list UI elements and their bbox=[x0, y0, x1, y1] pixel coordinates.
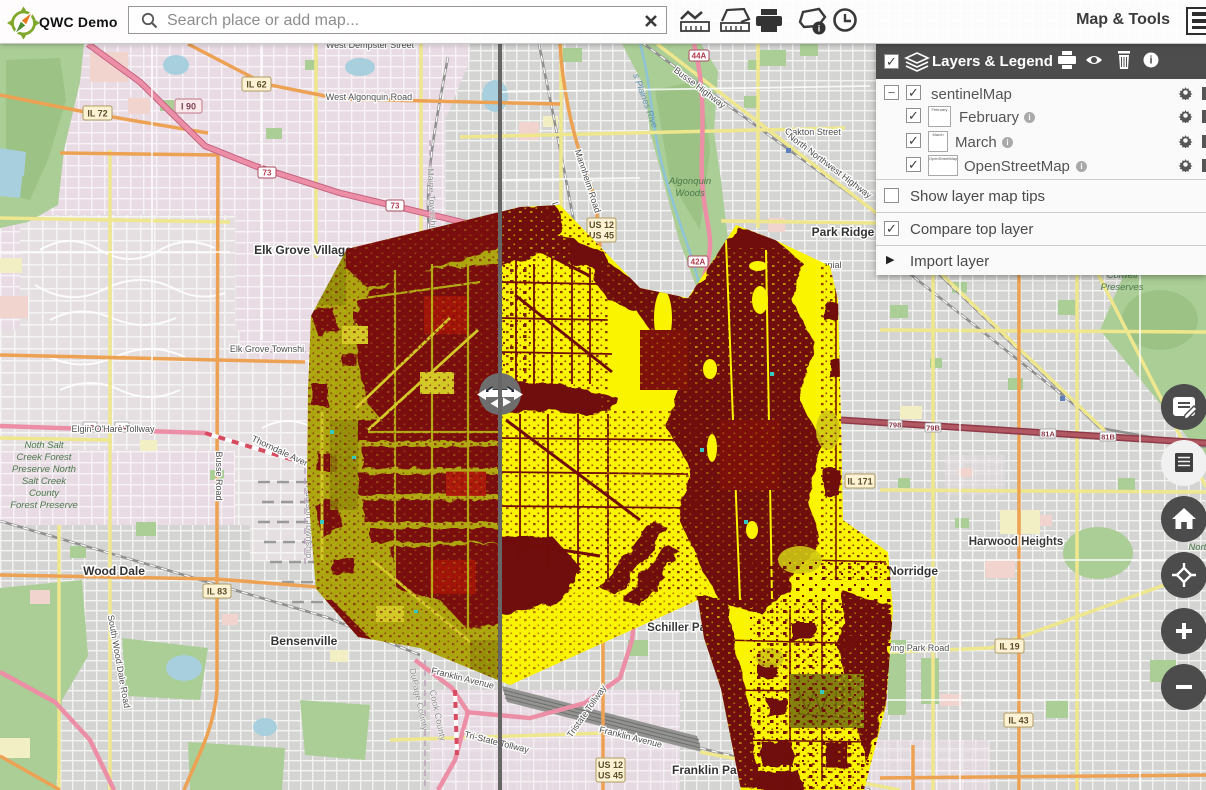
svg-text:Elk Grove Village: Elk Grove Village bbox=[254, 243, 352, 257]
svg-text:73: 73 bbox=[263, 169, 272, 178]
svg-text:Salt Creek: Salt Creek bbox=[22, 476, 68, 487]
svg-text:Busse Road: Busse Road bbox=[214, 451, 224, 500]
svg-text:Bensenville: Bensenville bbox=[271, 634, 338, 648]
svg-text:i: i bbox=[1149, 55, 1152, 67]
svg-text:Elk Grove Townshi: Elk Grove Townshi bbox=[230, 344, 304, 354]
svg-text:Wood Dale: Wood Dale bbox=[83, 564, 145, 578]
svg-text:Noth Salt: Noth Salt bbox=[24, 440, 63, 451]
svg-text:Norridge: Norridge bbox=[888, 564, 938, 578]
svg-text:IL 72: IL 72 bbox=[87, 109, 107, 119]
svg-text:798: 798 bbox=[889, 421, 902, 430]
svg-text:Forest Preserve: Forest Preserve bbox=[10, 500, 78, 511]
svg-text:Preserve North: Preserve North bbox=[12, 464, 76, 475]
svg-text:81B: 81B bbox=[1101, 433, 1115, 442]
svg-text:IL 19: IL 19 bbox=[999, 642, 1019, 652]
svg-text:US 12: US 12 bbox=[589, 220, 614, 230]
svg-text:US 45: US 45 bbox=[598, 771, 623, 781]
svg-text:44A: 44A bbox=[692, 52, 707, 61]
svg-text:81A: 81A bbox=[1041, 430, 1055, 439]
svg-text:I 90: I 90 bbox=[181, 102, 196, 112]
svg-text:42A: 42A bbox=[691, 258, 706, 267]
svg-text:IL 83: IL 83 bbox=[207, 587, 227, 597]
svg-text:Park Ridge: Park Ridge bbox=[812, 225, 875, 239]
svg-text:IL 171: IL 171 bbox=[847, 477, 872, 487]
svg-text:Algonquin: Algonquin bbox=[668, 176, 711, 187]
svg-text:rving Park Road: rving Park Road bbox=[885, 643, 950, 653]
svg-text:US 12: US 12 bbox=[598, 760, 623, 770]
svg-text:73: 73 bbox=[391, 202, 400, 211]
svg-text:79B: 79B bbox=[926, 424, 940, 433]
svg-text:County: County bbox=[29, 488, 60, 499]
svg-text:Creek Forest: Creek Forest bbox=[17, 452, 72, 463]
svg-text:i: i bbox=[818, 24, 821, 34]
svg-text:IL 43: IL 43 bbox=[1008, 716, 1028, 726]
svg-text:West Algonquin Road: West Algonquin Road bbox=[326, 92, 412, 102]
svg-text:Woods: Woods bbox=[675, 188, 705, 199]
svg-text:Preserves: Preserves bbox=[1101, 282, 1144, 293]
svg-text:Elgin-O'Hare Tollway: Elgin-O'Hare Tollway bbox=[71, 424, 155, 434]
svg-text:Harwood Heights: Harwood Heights bbox=[969, 536, 1064, 548]
svg-text:IL 62: IL 62 bbox=[246, 80, 266, 90]
